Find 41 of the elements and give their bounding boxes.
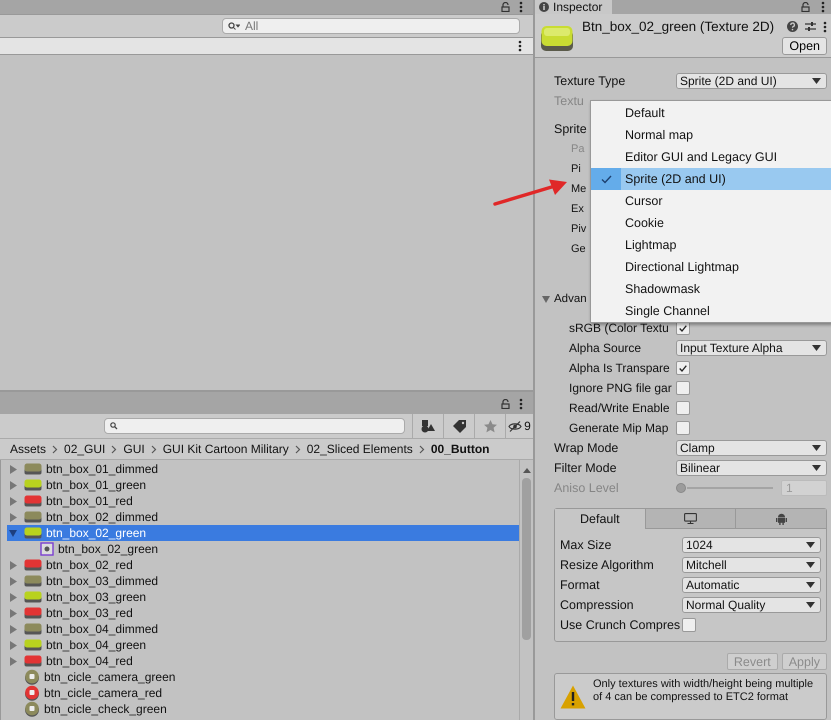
asset-name: btn_box_03_dimmed [46,574,158,588]
property-label: Ex [571,203,584,215]
property-label: Compression [560,598,635,612]
property-label: Max Size [560,538,612,552]
asset-name: btn_box_02_dimmed [46,510,158,524]
property-label: Use Crunch Compres [560,618,680,632]
property-label: Ge [571,243,586,255]
section-label: Sprite [554,122,587,136]
warning-message: Only textures with width/height being multiple of 4 can be compressed to ETC2 format [593,678,814,704]
property-label: Read/Write Enable [569,401,670,415]
asset-name: btn_box_04_red [46,654,133,668]
property-label: Pi [571,163,581,175]
asset-name: btn_cicle_camera_green [44,670,176,684]
property-label: Format [560,578,601,592]
property-label: Alpha Source [569,341,642,355]
property-label: Pa [571,143,584,155]
asset-name: btn_box_02_red [46,558,133,572]
asset-name: btn_box_01_green [46,478,146,492]
property-label: Me [571,183,586,195]
asset-name: btn_box_04_green [46,638,146,652]
asset-name: btn_box_04_dimmed [46,622,158,636]
asset-name: btn_box_03_green [46,590,146,604]
asset-name: btn_box_01_dimmed [46,462,158,476]
property-label: Texture Type [554,74,626,88]
asset-name: btn_box_02_green [46,526,146,540]
asset-name: btn_box_01_red [46,494,133,508]
property-label: Aniso Level [554,481,619,495]
property-label: Wrap Mode [554,441,618,455]
property-label: Generate Mip Map [569,421,668,435]
property-label: Piv [571,223,586,235]
property-label: Resize Algorithm [560,558,655,572]
asset-name: btn_box_03_red [46,606,133,620]
property-label: Ignore PNG file gar [569,381,672,395]
property-label: Alpha Is Transpare [569,361,670,375]
property-label: sRGB (Color Textu [569,321,669,335]
property-label: Filter Mode [554,461,617,475]
property-label: Textu [554,94,584,108]
asset-name: btn_cicle_camera_red [44,686,162,700]
asset-title: Btn_box_02_green (Texture 2D) [582,19,776,34]
asset-name: btn_box_02_green [58,542,158,556]
asset-name: btn_cicle_check_green [44,702,167,716]
